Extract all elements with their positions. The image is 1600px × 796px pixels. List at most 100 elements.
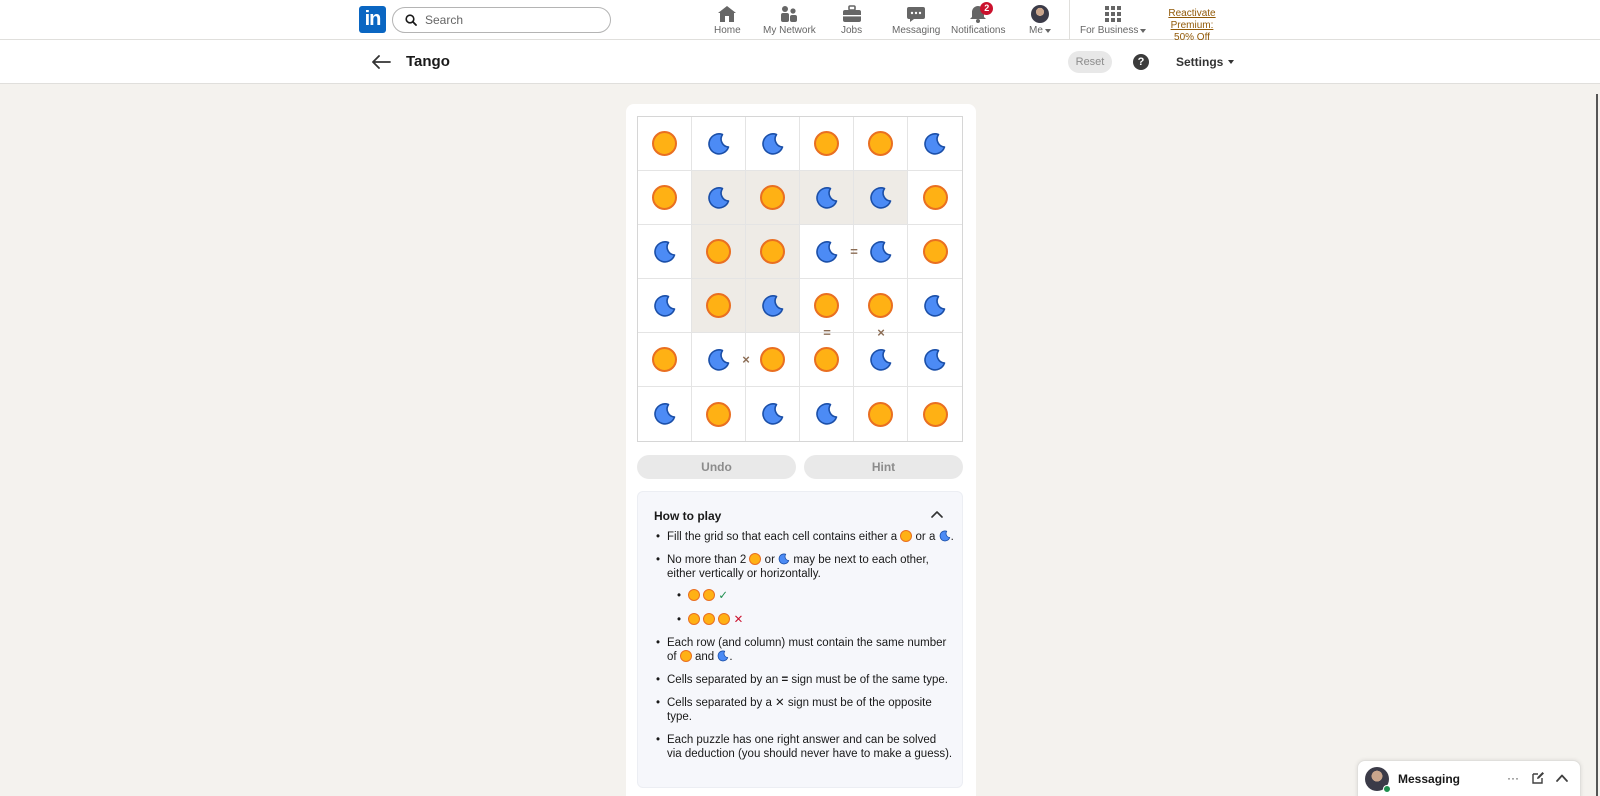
nav-notifications[interactable]: 2 Notifications (951, 2, 1005, 38)
grid-cell[interactable] (746, 333, 800, 387)
more-options-icon[interactable]: ··· (1506, 771, 1520, 785)
grid-cell[interactable] (854, 225, 908, 279)
nav-jobs-label: Jobs (841, 25, 863, 36)
search-icon (405, 14, 417, 26)
nav-me[interactable]: Me (1029, 4, 1051, 38)
grid-cell[interactable] (854, 117, 908, 171)
messaging-title: Messaging (1398, 772, 1461, 786)
game-controls: Undo Hint (637, 455, 963, 479)
rule-text: . (950, 531, 954, 543)
caret-down-icon (1228, 60, 1235, 64)
grid-cell[interactable] (692, 117, 746, 171)
caret-down-icon (1140, 28, 1147, 33)
chevron-up-icon[interactable] (931, 509, 943, 519)
search-input[interactable] (425, 13, 595, 27)
sun-icon (718, 613, 731, 625)
nav-home[interactable]: Home (714, 4, 741, 38)
grid-cell[interactable] (638, 333, 692, 387)
how-to-play-heading: How to play (654, 509, 722, 523)
help-icon[interactable]: ? (1133, 54, 1149, 70)
grid-cell[interactable] (746, 171, 800, 225)
grid-cell[interactable] (746, 387, 800, 441)
moon-icon (939, 530, 950, 542)
grid-cell[interactable] (908, 117, 962, 171)
chevron-up-icon[interactable] (1555, 771, 1569, 785)
sun-icon (814, 131, 839, 156)
moon-icon (653, 240, 677, 264)
grid-cell[interactable] (692, 171, 746, 225)
nav-messaging[interactable]: Messaging (892, 4, 940, 38)
grid-cell[interactable] (800, 387, 854, 441)
sun-icon (703, 589, 716, 601)
grid-cell[interactable] (746, 117, 800, 171)
grid-cell[interactable] (800, 117, 854, 171)
nav-jobs[interactable]: Jobs (841, 4, 862, 38)
undo-button[interactable]: Undo (637, 455, 796, 479)
grid-cell[interactable] (854, 333, 908, 387)
grid-cell[interactable] (854, 171, 908, 225)
grid-cell[interactable] (908, 387, 962, 441)
nav-my-network-label: My Network (763, 25, 816, 36)
adjacent-examples: ✓ ✕ (667, 589, 954, 627)
sun-icon (749, 553, 762, 565)
sun-icon (922, 401, 948, 427)
rule-balance: Each row (and column) must contain the s… (654, 636, 954, 664)
sun-icon (706, 293, 731, 318)
chat-icon (906, 4, 926, 24)
home-icon (717, 4, 737, 24)
nav-my-network[interactable]: My Network (763, 4, 816, 38)
moon-icon (707, 132, 731, 156)
linkedin-logo[interactable]: in (359, 6, 386, 33)
sun-icon (679, 650, 692, 662)
nav-for-business[interactable]: For Business (1080, 4, 1147, 38)
rule-opposite: Cells separated by a ✕ sign must be of t… (654, 696, 954, 724)
moon-icon (923, 132, 947, 156)
grid-cell[interactable] (692, 387, 746, 441)
network-icon (779, 4, 799, 24)
sun-icon (688, 613, 700, 625)
grid-cell[interactable] (692, 279, 746, 333)
premium-line-1: Reactivate Premium: (1168, 8, 1216, 31)
moon-icon (707, 186, 731, 210)
grid-cell[interactable] (638, 117, 692, 171)
settings-label: Settings (1176, 55, 1224, 69)
grid-cell[interactable] (800, 225, 854, 279)
grid-cell[interactable] (638, 225, 692, 279)
grid-cell[interactable] (746, 225, 800, 279)
sun-icon (706, 239, 731, 264)
grid-cell[interactable] (800, 333, 854, 387)
moon-icon (869, 348, 893, 372)
scrollbar[interactable] (1596, 94, 1598, 796)
grid-cell[interactable] (638, 387, 692, 441)
grid-cell[interactable] (908, 279, 962, 333)
equal-sign-icon: = (850, 244, 858, 259)
top-navigation: in Home My Network Jobs Messaging 2 Noti… (0, 0, 1600, 43)
hint-button[interactable]: Hint (804, 455, 963, 479)
sun-icon (760, 185, 785, 210)
sun-icon (922, 185, 948, 210)
premium-link[interactable]: Reactivate Premium: 50% Off (1147, 8, 1237, 44)
tango-grid (637, 116, 963, 442)
compose-icon[interactable] (1531, 771, 1545, 785)
example-invalid: ✕ (675, 613, 954, 627)
grid-cell[interactable] (908, 171, 962, 225)
grid-cell[interactable] (692, 225, 746, 279)
grid-cell[interactable] (638, 279, 692, 333)
grid-cell[interactable] (908, 225, 962, 279)
settings-dropdown[interactable]: Settings (1176, 55, 1235, 69)
grid-cell[interactable] (746, 279, 800, 333)
back-arrow-icon[interactable] (370, 53, 392, 71)
equal-sign-icon: = (823, 325, 831, 340)
check-icon: ✓ (718, 590, 729, 602)
reset-button[interactable]: Reset (1068, 51, 1112, 73)
moon-icon (761, 132, 785, 156)
rule-text: or (764, 554, 775, 566)
grid-cell[interactable] (800, 171, 854, 225)
grid-cell[interactable] (638, 171, 692, 225)
messaging-dock[interactable]: Messaging ··· (1357, 760, 1581, 796)
search-box[interactable] (392, 7, 611, 33)
grid-cell[interactable] (854, 387, 908, 441)
grid-cell[interactable] (692, 333, 746, 387)
moon-icon (869, 186, 893, 210)
grid-cell[interactable] (908, 333, 962, 387)
